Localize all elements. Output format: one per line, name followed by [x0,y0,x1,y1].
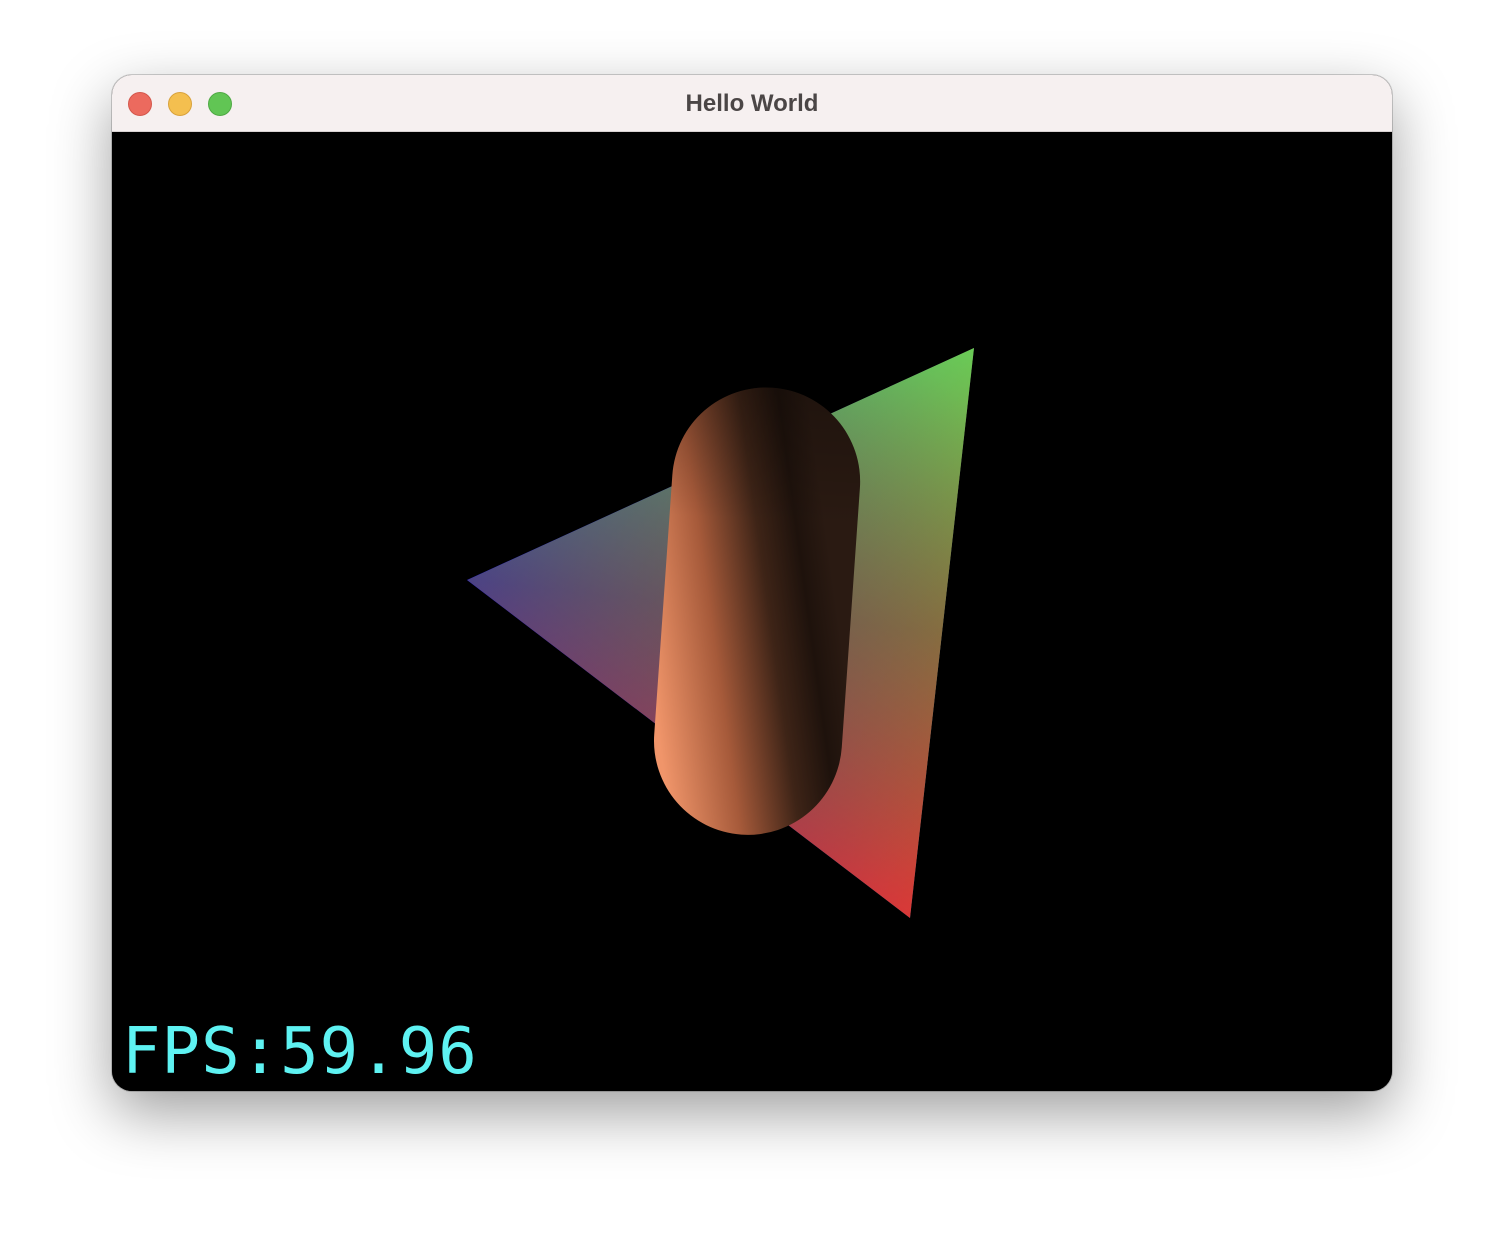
scene-canvas [467,348,974,918]
fps-counter: FPS:59.96 [122,1015,478,1089]
capsule-shape [653,387,861,835]
window-title: Hello World [685,90,819,117]
render-viewport[interactable]: FPS:59.96 [112,132,1392,1091]
app-window: Hello World FPS:59.96 [112,75,1392,1091]
title-bar[interactable]: Hello World [112,75,1392,132]
